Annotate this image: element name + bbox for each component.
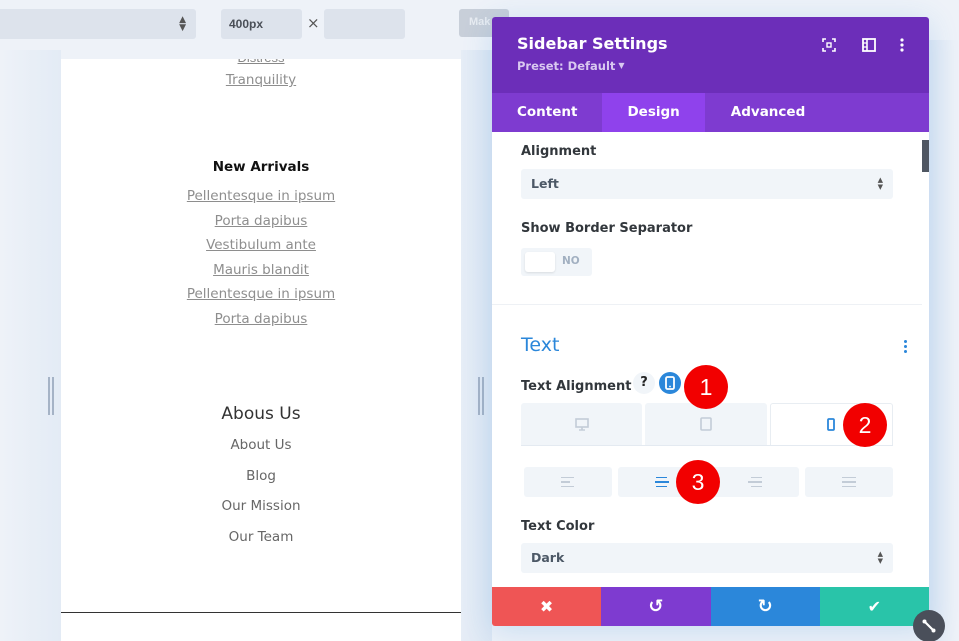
tab-design[interactable]: Design [602,93,705,132]
panel-scrollbar[interactable] [922,140,929,172]
align-left-icon [561,476,575,488]
redo-button[interactable]: ↻ [710,587,820,626]
alignment-select[interactable]: Left ▲ ▼ [521,169,893,199]
select-arrows-icon: ▲ ▼ [877,176,883,191]
new-arrivals-widget: New Arrivals Pellentesque in ipsum Porta… [61,159,461,332]
tab-advanced[interactable]: Advanced [705,93,830,132]
text-section-title[interactable]: Text [521,334,559,356]
align-justify-icon [842,476,857,488]
check-icon: ✔ [867,597,882,616]
annotation-badge-3: 3 [676,460,720,504]
about-us-title: Abous Us [221,404,301,424]
align-justify-button[interactable] [805,467,893,497]
help-icon[interactable]: ? [633,372,655,394]
section-divider [492,304,922,305]
about-us-item[interactable]: Our Mission [61,491,461,522]
about-us-item[interactable]: Our Team [61,522,461,553]
device-tab-desktop[interactable] [521,403,643,445]
focus-icon[interactable] [821,37,837,53]
desktop-icon [574,417,589,431]
panel-header[interactable]: Sidebar Settings Preset: Default ▼ [492,17,929,93]
sidebar-settings-panel: Sidebar Settings Preset: Default ▼ Conten… [492,17,929,626]
new-arrivals-link[interactable]: Pellentesque in ipsum [61,184,461,209]
phone-icon [827,418,836,431]
select-arrows-icon: ▲ ▼ [877,550,883,565]
new-arrivals-title: New Arrivals [212,159,310,175]
split-view-icon[interactable] [861,37,877,53]
left-drag-handle[interactable] [48,377,54,415]
text-color-label: Text Color [521,519,595,534]
panel-body: Alignment Left ▲ ▼ Show Border Separator … [492,132,929,587]
tranquility-link[interactable]: Tranquility [61,68,461,93]
align-center-icon [654,476,669,488]
resize-icon [922,619,936,633]
undo-icon: ↺ [648,596,664,617]
redo-icon: ↻ [757,596,773,617]
times-icon: × [307,14,320,32]
text-color-select[interactable]: Dark ▲ ▼ [521,543,893,573]
undo-button[interactable]: ↺ [601,587,711,626]
new-arrivals-link[interactable]: Mauris blandit [61,258,461,283]
save-button[interactable]: ✔ [819,587,929,626]
align-right-button[interactable] [711,467,800,497]
align-left-button[interactable] [524,467,612,497]
workspace-left-bg [0,50,61,641]
preset-dropdown[interactable]: Preset: Default ▼ [517,59,904,73]
width-input[interactable]: 400px [221,9,302,39]
device-tabs [521,403,893,445]
panel-title: Sidebar Settings [517,34,668,53]
preview-divider [61,612,461,613]
tablet-icon [700,417,712,431]
select-arrows-icon: ▲ ▼ [179,15,186,33]
about-us-widget: Abous Us About Us Blog Our Mission Our T… [61,404,461,553]
device-tab-tablet[interactable] [645,403,767,445]
resize-handle[interactable] [913,610,945,641]
settings-tabs: Content Design Advanced [492,93,929,132]
workspace-right-bg [929,40,959,641]
right-drag-handle[interactable] [478,377,484,415]
caret-down-icon: ▼ [618,61,625,70]
toggle-knob [525,252,555,272]
new-arrivals-link[interactable]: Porta dapibus [61,307,461,332]
about-us-item[interactable]: Blog [61,461,461,492]
new-arrivals-link[interactable]: Pellentesque in ipsum [61,282,461,307]
page-preview: Distress Tranquility New Arrivals Pellen… [61,59,461,641]
about-us-item[interactable]: About Us [61,430,461,461]
device-tabs-underline [521,445,893,446]
border-separator-label: Show Border Separator [521,221,693,236]
workspace-mid-bg [461,50,492,641]
new-arrivals-link[interactable]: Vestibulum ante [61,233,461,258]
close-icon: ✖ [539,597,554,616]
alignment-label: Alignment [521,144,597,159]
device-select[interactable]: ▲ ▼ [0,9,196,39]
new-arrivals-link[interactable]: Porta dapibus [61,209,461,234]
annotation-badge-1: 1 [684,365,728,409]
more-options-icon[interactable] [894,37,910,53]
section-menu-icon[interactable] [904,340,908,353]
cancel-button[interactable]: ✖ [492,587,602,626]
panel-footer: ✖ ↺ ↻ ✔ [492,587,929,626]
cut-off-link[interactable]: Distress [61,59,461,65]
tab-content[interactable]: Content [492,93,602,132]
responsive-phone-icon[interactable] [659,372,681,394]
height-input[interactable] [324,9,405,39]
text-alignment-label: Text Alignment [521,379,632,394]
align-right-icon [748,476,763,488]
border-separator-toggle[interactable]: NO [521,248,592,276]
annotation-badge-2: 2 [843,403,887,447]
